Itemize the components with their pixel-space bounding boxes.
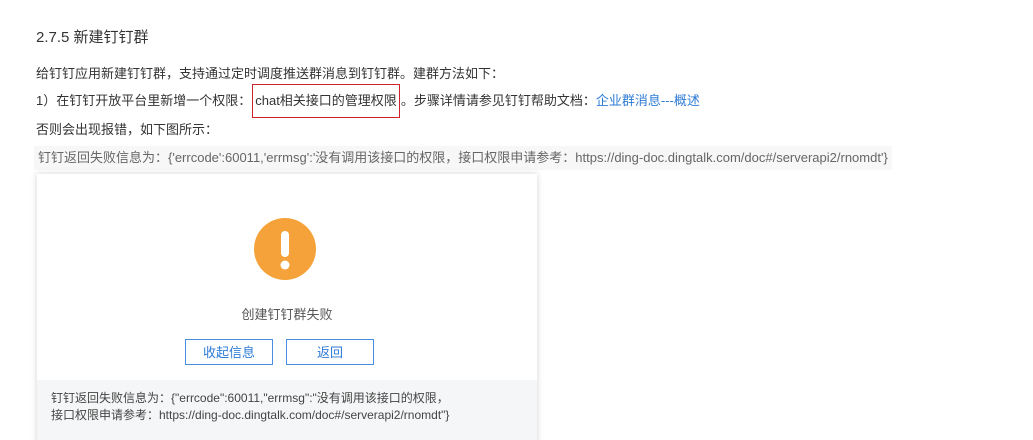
step-1: 1）在钉钉开放平台里新增一个权限： chat相关接口的管理权限 。步骤详情请参见钉钉… bbox=[36, 84, 700, 118]
permission-highlight: chat相关接口的管理权限 bbox=[252, 84, 400, 118]
warning-icon bbox=[254, 218, 316, 280]
error-detail-line-1: 钉钉返回失败信息为：{"errcode":60011,"errmsg":"没有调… bbox=[51, 391, 449, 405]
step-1-prefix: 1）在钉钉开放平台里新增一个权限： bbox=[36, 93, 252, 108]
dialog-title: 创建钉钉群失败 bbox=[241, 307, 333, 322]
error-note: 否则会出现报错，如下图所示： bbox=[36, 122, 219, 137]
error-detail-line-2: 接口权限申请参考：https://ding-doc.dingtalk.com/d… bbox=[51, 408, 450, 422]
collapse-info-button[interactable]: 收起信息 bbox=[185, 339, 273, 365]
doc-page: 2.7.5 新建钉钉群 给钉钉应用新建钉钉群，支持通过定时调度推送群消息到钉钉群… bbox=[0, 0, 1033, 440]
error-message-code: 钉钉返回失败信息为：{'errcode':60011,'errmsg':'没有调… bbox=[34, 146, 892, 170]
error-detail-box: 钉钉返回失败信息为：{"errcode":60011,"errmsg":"没有调… bbox=[37, 380, 537, 440]
error-dialog: 创建钉钉群失败 收起信息 返回 钉钉返回失败信息为：{"errcode":600… bbox=[37, 174, 537, 440]
section-heading: 2.7.5 新建钉钉群 bbox=[36, 29, 149, 46]
back-button[interactable]: 返回 bbox=[286, 339, 374, 365]
intro-text: 给钉钉应用新建钉钉群，支持通过定时调度推送群消息到钉钉群。建群方法如下： bbox=[36, 66, 505, 81]
step-1-suffix: 。步骤详情请参见钉钉帮助文档： bbox=[400, 93, 596, 108]
help-doc-link[interactable]: 企业群消息---概述 bbox=[596, 93, 700, 108]
